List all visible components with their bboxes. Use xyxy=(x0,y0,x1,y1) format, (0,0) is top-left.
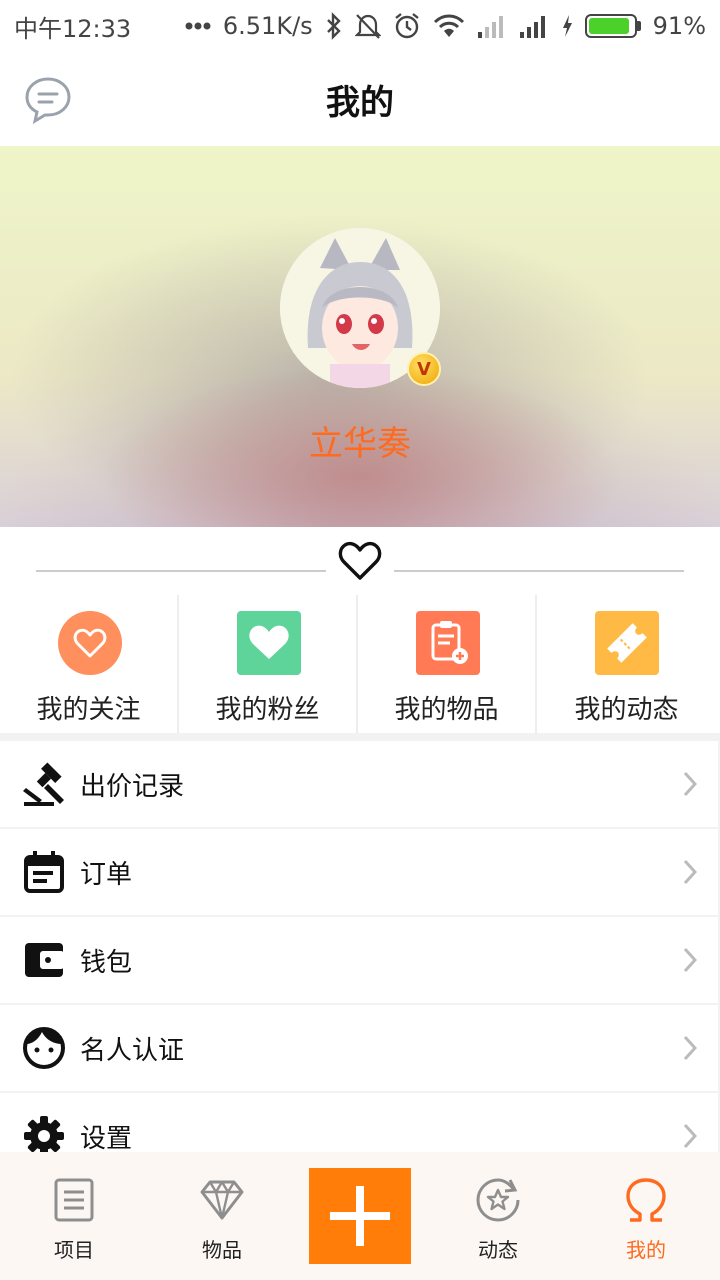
diamond-icon xyxy=(200,1180,244,1220)
nav-label: 物品 xyxy=(202,1238,242,1262)
quick-label: 我的粉丝 xyxy=(215,695,320,725)
menu-item-orders[interactable]: 订单 xyxy=(0,829,718,915)
battery-icon xyxy=(584,14,641,38)
menu-label: 设置 xyxy=(80,1123,133,1154)
omega-icon xyxy=(626,1178,666,1222)
quick-label: 我的动态 xyxy=(574,695,679,725)
heart-outline-icon xyxy=(58,611,122,675)
gavel-icon xyxy=(22,762,66,806)
signal-icon xyxy=(477,16,503,38)
menu-item-verification[interactable]: 名人认证 xyxy=(0,1005,718,1091)
bottom-nav: 项目 物品 动态 我的 xyxy=(0,1152,720,1280)
menu-label: 订单 xyxy=(80,859,133,890)
status-bar: 中午12:33 6.51K/s 91% xyxy=(0,0,720,52)
divider-line-left xyxy=(36,570,326,572)
add-button-box[interactable] xyxy=(309,1168,411,1264)
nav-item-goods[interactable]: 物品 xyxy=(148,1152,296,1280)
quick-item-posts[interactable]: 我的动态 xyxy=(537,595,716,733)
battery-percent: 91% xyxy=(652,12,706,40)
menu-label: 出价记录 xyxy=(80,771,185,802)
wallet-icon xyxy=(22,938,66,982)
status-right: 6.51K/s 91% xyxy=(185,12,706,40)
menu-label: 名人认证 xyxy=(80,1035,185,1066)
face-icon xyxy=(22,1026,66,1070)
menu-item-bid-history[interactable]: 出价记录 xyxy=(0,741,718,827)
plus-icon xyxy=(330,1186,390,1246)
nav-item-feed[interactable]: 动态 xyxy=(424,1152,572,1280)
username: 立华奏 xyxy=(309,424,411,464)
profile-banner: V 立华奏 xyxy=(0,146,720,527)
quick-label: 我的关注 xyxy=(36,695,141,725)
calendar-icon xyxy=(22,850,66,894)
page-title: 我的 xyxy=(326,82,394,123)
verified-badge-text: V xyxy=(417,358,431,380)
chevron-right-icon xyxy=(683,1035,698,1061)
battery-fill xyxy=(588,18,629,34)
quick-item-follows[interactable]: 我的关注 xyxy=(0,595,179,733)
nav-label: 项目 xyxy=(54,1238,94,1262)
chevron-right-icon xyxy=(683,859,698,885)
chevron-right-icon xyxy=(683,947,698,973)
screen: 中午12:33 6.51K/s 91% 我的 V 立华奏 我的关注 我的粉丝 我… xyxy=(0,0,720,1280)
app-header: 我的 xyxy=(0,52,720,146)
quick-entries: 我的关注 我的粉丝 我的物品 我的动态 xyxy=(0,595,720,733)
nav-label: 动态 xyxy=(478,1238,518,1262)
star-refresh-icon xyxy=(476,1178,520,1222)
nav-item-me[interactable]: 我的 xyxy=(572,1152,720,1280)
status-time: 中午12:33 xyxy=(14,14,132,43)
chevron-right-icon xyxy=(683,771,698,797)
wifi-icon xyxy=(433,14,464,37)
quick-item-items[interactable]: 我的物品 xyxy=(358,595,537,733)
add-button[interactable] xyxy=(296,1152,424,1280)
ticket-icon xyxy=(595,611,659,675)
dots-icon xyxy=(185,22,211,30)
menu-label: 钱包 xyxy=(80,947,133,978)
bluetooth-icon xyxy=(326,12,341,40)
menu-list: 出价记录 订单 钱包 名人认证 设置 xyxy=(0,741,720,1181)
quick-item-fans[interactable]: 我的粉丝 xyxy=(179,595,358,733)
list-icon xyxy=(54,1178,94,1222)
signal-icon xyxy=(519,16,545,38)
heart-divider-icon xyxy=(338,541,382,580)
heart-filled-icon xyxy=(237,611,301,675)
net-speed: 6.51K/s xyxy=(222,12,313,40)
section-divider xyxy=(0,527,720,595)
clipboard-add-icon xyxy=(416,611,480,675)
mute-icon xyxy=(354,14,381,39)
quick-label: 我的物品 xyxy=(394,695,499,725)
message-icon[interactable] xyxy=(22,74,74,126)
menu-item-wallet[interactable]: 钱包 xyxy=(0,917,718,1003)
verified-badge-icon: V xyxy=(407,352,441,386)
alarm-icon xyxy=(394,13,419,39)
nav-label: 我的 xyxy=(626,1238,666,1262)
chevron-right-icon xyxy=(683,1123,698,1149)
nav-item-projects[interactable]: 项目 xyxy=(0,1152,148,1280)
divider-line-right xyxy=(394,570,684,572)
charging-icon xyxy=(562,15,572,37)
